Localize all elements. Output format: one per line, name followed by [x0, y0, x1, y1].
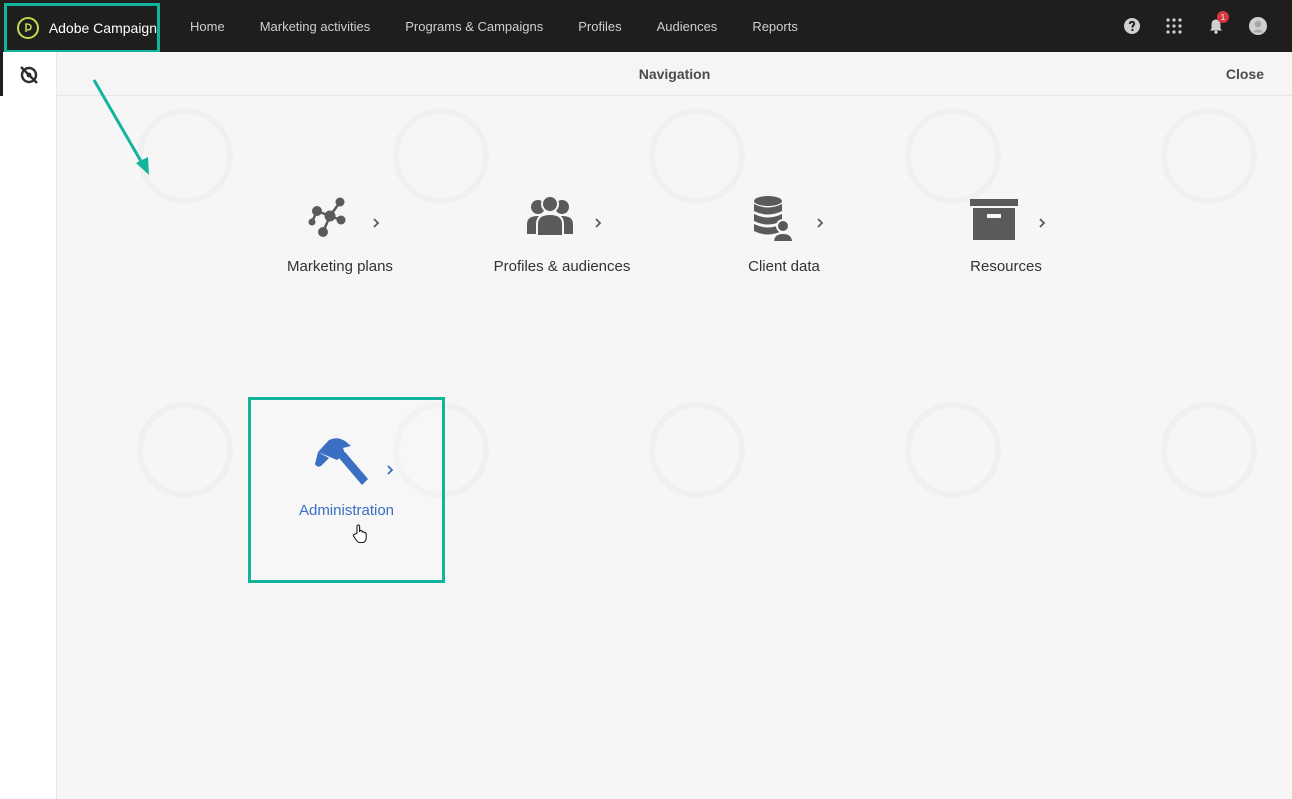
nav-item-client-data[interactable]: Client data: [694, 194, 874, 294]
hand-pointer-cursor-icon: [352, 524, 368, 544]
topnav-home[interactable]: Home: [190, 19, 225, 34]
client-data-icon: [744, 194, 800, 250]
chevron-right-icon: [592, 216, 604, 228]
user-avatar-icon[interactable]: [1248, 16, 1268, 36]
panel-title: Navigation: [638, 66, 711, 82]
chevron-right-icon: [814, 216, 826, 228]
nav-item-label: Resources: [970, 258, 1042, 275]
help-icon[interactable]: [1122, 16, 1142, 36]
app-name: Adobe Campaign: [48, 20, 157, 36]
background-card: [1081, 392, 1292, 682]
top-bar: Adobe Campaign Home Marketing activities…: [0, 0, 1292, 53]
background-card: [825, 392, 1081, 682]
brand-home-link[interactable]: Adobe Campaign: [4, 3, 160, 53]
nav-item-label: Administration: [298, 502, 395, 519]
nav-item-profiles-audiences[interactable]: Profiles & audiences: [472, 194, 652, 294]
chevron-right-icon: [370, 216, 382, 228]
resources-box-icon: [966, 194, 1022, 250]
rail-active-indicator: [0, 52, 3, 96]
topnav-profiles[interactable]: Profiles: [578, 19, 621, 34]
adobe-campaign-logo-icon: [17, 17, 39, 39]
chevron-right-icon: [1036, 216, 1048, 228]
hammer-icon: [315, 436, 371, 486]
close-button[interactable]: Close: [1226, 66, 1264, 82]
background-cards-row-1: [57, 98, 1292, 388]
navigation-panel: Navigation Close Marketing plans Profile…: [57, 52, 1292, 799]
chevron-right-icon: [384, 463, 396, 475]
topnav-marketing-activities[interactable]: Marketing activities: [260, 19, 371, 34]
nav-item-marketing-plans[interactable]: Marketing plans: [250, 194, 430, 294]
nav-item-resources[interactable]: Resources: [916, 194, 1096, 294]
topnav-programs-campaigns[interactable]: Programs & Campaigns: [405, 19, 543, 34]
nav-item-label: Marketing plans: [287, 258, 393, 275]
marketing-plans-icon: [300, 194, 356, 250]
nav-item-label: Profiles & audiences: [493, 258, 631, 275]
topnav-audiences[interactable]: Audiences: [657, 19, 718, 34]
top-icons: 1: [1100, 0, 1268, 52]
top-navigation: Home Marketing activities Programs & Cam…: [190, 0, 833, 52]
left-rail: [0, 52, 57, 799]
background-card: [569, 392, 825, 682]
apps-grid-icon[interactable]: [1164, 16, 1184, 36]
notification-badge: 1: [1217, 11, 1229, 23]
navigation-toggle-icon[interactable]: [18, 64, 40, 86]
nav-item-label: Client data: [748, 258, 820, 275]
background-cards-row-2: [57, 392, 1292, 682]
background-card: [1081, 98, 1292, 388]
bell-icon[interactable]: 1: [1206, 11, 1229, 36]
topnav-reports[interactable]: Reports: [752, 19, 798, 34]
panel-header: Navigation Close: [57, 52, 1292, 96]
nav-item-administration[interactable]: Administration: [248, 397, 445, 583]
profiles-icon: [522, 194, 578, 250]
